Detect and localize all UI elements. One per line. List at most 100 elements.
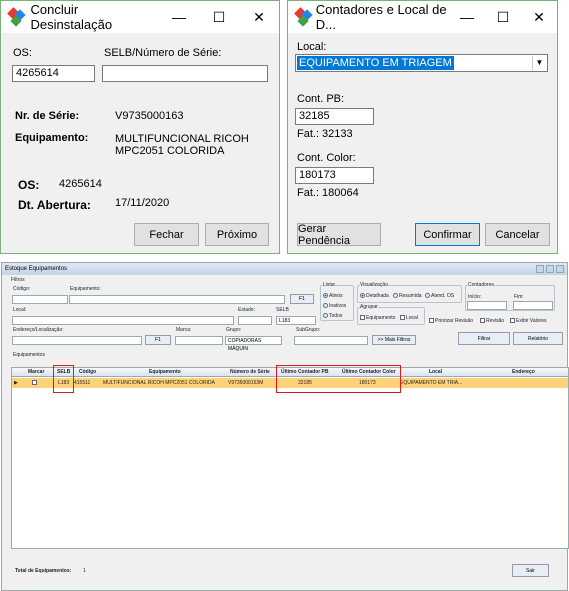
- selb-filter-label: SELB: [276, 307, 289, 313]
- os-input[interactable]: 4265614: [12, 65, 95, 82]
- equipamentos-grid: Marcar SELB Código Equipamento Número de…: [11, 367, 569, 549]
- listar-todos-label: Todos: [329, 313, 343, 319]
- grupo-select[interactable]: COPIADORAS MÁQUIN: [225, 336, 282, 352]
- radio-icon: [393, 293, 398, 299]
- relatorio-button[interactable]: Relatório: [513, 332, 563, 345]
- maximize-icon[interactable]: ☐: [485, 1, 521, 33]
- row-local: EQUIPAMENTO EM TRIA...: [400, 380, 463, 386]
- serie-value: V9735000163: [115, 110, 184, 122]
- app-logo-icon: [294, 7, 313, 27]
- radio-icon: [323, 303, 328, 309]
- revisao-label: Revisão: [486, 318, 505, 324]
- chevron-down-icon[interactable]: ▼: [532, 56, 546, 70]
- mais-filtros-button[interactable]: >> Mais Filtros: [372, 335, 416, 345]
- local-select[interactable]: EQUIPAMENTO EM TRIAGEM ▼: [295, 54, 548, 72]
- color-fat: Fat.: 180064: [297, 187, 359, 199]
- checkbox-icon: [429, 318, 434, 324]
- subgrupo-label: SubGrupo:: [296, 327, 321, 333]
- color-label: Cont. Color:: [297, 152, 356, 164]
- window-title: Estoque Equipamentos: [5, 266, 68, 272]
- col-equipamento[interactable]: Equipamento: [149, 369, 181, 375]
- checkbox-icon: [360, 315, 365, 321]
- minimize-icon[interactable]: [536, 265, 544, 273]
- fim-input[interactable]: [513, 301, 553, 310]
- total-label: Total de Equipamentos:: [15, 568, 72, 574]
- local-filter-label: Local:: [13, 307, 27, 313]
- radio-icon: [323, 313, 328, 319]
- radio-icon: [323, 293, 328, 299]
- f1-button[interactable]: F1: [290, 294, 314, 304]
- f1-endereco-button[interactable]: F1: [145, 335, 171, 345]
- col-numero-serie[interactable]: Número de Série: [230, 369, 270, 375]
- listar-label: Listar: [323, 282, 336, 288]
- confirmar-button[interactable]: Confirmar: [415, 223, 480, 246]
- estado-select[interactable]: [238, 316, 272, 325]
- selb-input[interactable]: [102, 65, 268, 82]
- close-icon[interactable]: ✕: [521, 1, 557, 33]
- vis-resumida[interactable]: Resumida: [393, 293, 422, 299]
- vis-detalhada-label: Detalhada: [366, 293, 389, 299]
- os2-label: OS:: [18, 178, 40, 192]
- fechar-button[interactable]: Fechar: [134, 223, 199, 246]
- row-serie: V9735000163M: [228, 380, 264, 386]
- inicio-label: Início:: [468, 294, 482, 300]
- gerar-pendencia-button[interactable]: Gerar Pendência: [297, 223, 381, 247]
- listar-todos[interactable]: Todos: [323, 313, 342, 319]
- endereco-input[interactable]: [12, 336, 142, 345]
- pb-input[interactable]: 32185: [295, 108, 374, 125]
- filtrar-button[interactable]: Filtrar: [458, 332, 510, 345]
- selb-filter-input[interactable]: L183: [276, 316, 316, 325]
- row-marcar-checkbox[interactable]: [32, 380, 37, 385]
- proximo-button[interactable]: Próximo: [205, 223, 269, 246]
- inicio-input[interactable]: [467, 301, 507, 310]
- selb-label: SELB/Número de Série:: [104, 47, 222, 59]
- marca-input[interactable]: [175, 336, 223, 345]
- close-icon[interactable]: ✕: [239, 1, 279, 33]
- col-codigo[interactable]: Código: [79, 369, 96, 375]
- listar-group: Listar Ativos Inativos Todos: [320, 282, 354, 321]
- col-endereco[interactable]: Endereço: [512, 369, 535, 375]
- highlight-contadores: [276, 365, 401, 393]
- exibir-valores[interactable]: Exibir Valores: [510, 318, 546, 324]
- os2-value: 4265614: [59, 178, 102, 190]
- close-icon[interactable]: [556, 265, 564, 273]
- cancelar-button[interactable]: Cancelar: [485, 223, 550, 246]
- equipamento-filter-label: Equipamento:: [70, 286, 101, 292]
- listar-inativos[interactable]: Inativos: [323, 303, 346, 309]
- agrupar-group: Agrupar Equipamento Local: [357, 304, 425, 325]
- marca-label: Marca:: [176, 327, 192, 333]
- equipamento-filter-input[interactable]: [69, 295, 285, 304]
- equipamento-label: Equipamento:: [15, 132, 89, 144]
- agrupar-label: Agrupar: [360, 304, 378, 310]
- subgrupo-select[interactable]: [294, 336, 368, 345]
- revisao-check[interactable]: Revisão: [480, 318, 504, 324]
- row-codigo: 415511: [74, 380, 91, 386]
- codigo-input[interactable]: [12, 295, 68, 304]
- vis-detalhada[interactable]: Detalhada: [360, 293, 389, 299]
- codigo-label: Código:: [13, 286, 31, 292]
- local-filter-select[interactable]: [12, 316, 234, 325]
- filtros-label: Filtros: [11, 277, 25, 283]
- listar-ativos[interactable]: Ativos: [323, 293, 343, 299]
- endereco-label: Endereço/Localização:: [13, 327, 64, 333]
- color-input[interactable]: 180173: [295, 167, 374, 184]
- tab-equipamentos[interactable]: Equipamentos: [13, 352, 45, 358]
- title-bar: Concluir Desinstalação — ☐ ✕: [1, 1, 279, 33]
- sair-button[interactable]: Sair: [512, 564, 549, 577]
- vis-atend-os[interactable]: Atend. OS: [425, 293, 454, 299]
- priorizar-revisao[interactable]: Priorizar Revisão: [429, 318, 473, 324]
- local-label: Local:: [297, 41, 327, 53]
- col-marcar[interactable]: Marcar: [28, 369, 44, 375]
- minimize-icon[interactable]: —: [159, 1, 199, 33]
- agrupar-local[interactable]: Local: [400, 315, 418, 321]
- radio-icon: [425, 293, 430, 299]
- maximize-icon[interactable]: [546, 265, 554, 273]
- maximize-icon[interactable]: ☐: [199, 1, 239, 33]
- os-label: OS:: [13, 47, 32, 59]
- equipamento-value-line1: MULTIFUNCIONAL RICOH: [115, 133, 249, 145]
- agrupar-local-label: Local: [406, 315, 418, 321]
- visualizacao-group: Visualização Detalhada Resumida Atend. O…: [357, 282, 462, 303]
- col-local[interactable]: Local: [429, 369, 442, 375]
- minimize-icon[interactable]: —: [449, 1, 485, 33]
- agrupar-equipamento[interactable]: Equipamento: [360, 315, 395, 321]
